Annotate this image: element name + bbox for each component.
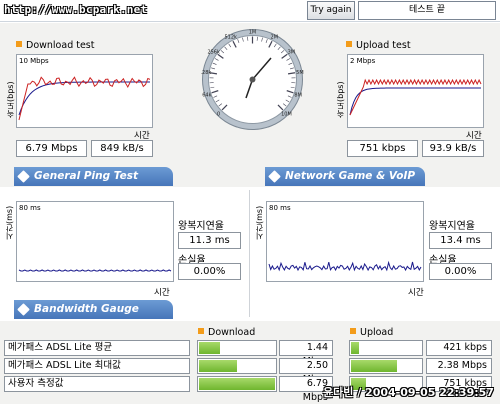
upload-bar-fill xyxy=(351,360,397,372)
download-bar-value: 2.50 Mbps xyxy=(279,358,333,374)
bandwidth-row-label: 사용자 측정값 xyxy=(4,376,190,392)
bandwidth-download-header: Download xyxy=(198,327,255,338)
upload-kbs: 93.9 kB/s xyxy=(422,140,484,157)
gauge-tick-label: 0 xyxy=(217,111,220,117)
game-ping-xlabel: 시간 xyxy=(408,286,424,298)
site-url: http://www.bcpark.net xyxy=(4,3,147,16)
bandwidth-row-label: 메가패스 ADSL Lite 평균 xyxy=(4,340,190,356)
download-mbps: 6.79 Mbps xyxy=(16,140,87,157)
game-ping-plot xyxy=(267,202,423,281)
download-bar-fill xyxy=(199,378,275,390)
download-kbs: 849 kB/s xyxy=(91,140,153,157)
upload-bar-value: 421 kbps xyxy=(426,340,492,356)
upload-plot xyxy=(348,55,483,127)
game-rtt-value: 13.4 ms xyxy=(429,232,492,249)
gauge-tick-label: 256k xyxy=(207,49,220,55)
game-ping-ylabel: 시간(ms) xyxy=(254,200,265,240)
gauge-tick-label: 3M xyxy=(288,49,296,55)
game-rtt-label: 왕복지연율 xyxy=(429,217,475,232)
general-ping-graph: 80 ms xyxy=(16,201,174,282)
general-ping-banner-label: General Ping Test xyxy=(34,170,138,182)
try-again-button[interactable]: Try again xyxy=(307,1,355,20)
upload-graph: 2 Mbps xyxy=(347,54,484,128)
gauge-tick-label: 1M xyxy=(249,30,257,36)
gauge-tick-label: 5M xyxy=(296,70,304,76)
download-bar-track xyxy=(197,340,277,356)
game-ping-banner: Network Game & VoIP Test xyxy=(265,167,425,186)
download-bar-fill xyxy=(199,360,237,372)
gauge-tick-label: 512k xyxy=(224,35,237,41)
general-ping-plot xyxy=(17,202,173,281)
general-ping-ylabel: 시간(ms) xyxy=(4,200,15,240)
download-scale: 10 Mbps xyxy=(19,57,49,65)
upload-bar-fill xyxy=(351,342,359,354)
game-ping-scale: 80 ms xyxy=(269,204,291,212)
footer-stamp: 윤다빈 / 2004-09-05 22:39:57 xyxy=(323,384,494,400)
upload-bar-track xyxy=(349,358,423,374)
general-ping-banner: General Ping Test xyxy=(14,167,173,186)
bandwidth-upload-header: Upload xyxy=(350,327,393,338)
upload-bar-value: 2.38 Mbps xyxy=(426,358,492,374)
general-rtt-label: 왕복지연율 xyxy=(178,217,224,232)
download-bar-track xyxy=(197,358,277,374)
gauge-tick-label: 2M xyxy=(271,35,279,41)
upload-title: Upload test xyxy=(346,40,411,51)
download-title: Download test xyxy=(16,40,95,51)
test-status: 테스트 끝 xyxy=(358,1,496,20)
gauge-tick-label: 64k xyxy=(202,92,211,98)
download-ylabel: 속도(bps) xyxy=(5,58,16,118)
bandwidth-row-label: 메가패스 ADSL Lite 최대값 xyxy=(4,358,190,374)
bandwidth-banner: Bandwidth Gauge xyxy=(14,300,173,319)
ping-divider xyxy=(249,190,250,317)
speed-gauge: 0 64k 128k 256k 512k 1M 2M 3M 5M 8M 10M xyxy=(201,28,304,131)
download-graph: 10 Mbps xyxy=(16,54,153,128)
upload-scale: 2 Mbps xyxy=(350,57,375,65)
download-bar-fill xyxy=(199,342,220,354)
general-rtt-value: 11.3 ms xyxy=(178,232,241,249)
game-ping-graph: 80 ms xyxy=(266,201,424,282)
download-bar-value: 1.44 Mbps xyxy=(279,340,333,356)
gauge-tick-label: 8M xyxy=(294,92,302,98)
gauge-tick-label: 128k xyxy=(201,70,211,76)
game-loss-value: 0.00% xyxy=(429,263,492,280)
upload-bar-track xyxy=(349,340,423,356)
upload-kbps: 751 kbps xyxy=(347,140,418,157)
download-plot xyxy=(17,55,152,127)
download-bar-track xyxy=(197,376,277,392)
gauge-tick-label: 10M xyxy=(281,111,292,117)
upload-ylabel: 속도(bps) xyxy=(335,58,346,118)
general-ping-scale: 80 ms xyxy=(19,204,41,212)
general-loss-value: 0.00% xyxy=(178,263,241,280)
bandwidth-banner-label: Bandwidth Gauge xyxy=(34,303,139,315)
general-ping-xlabel: 시간 xyxy=(154,286,170,298)
